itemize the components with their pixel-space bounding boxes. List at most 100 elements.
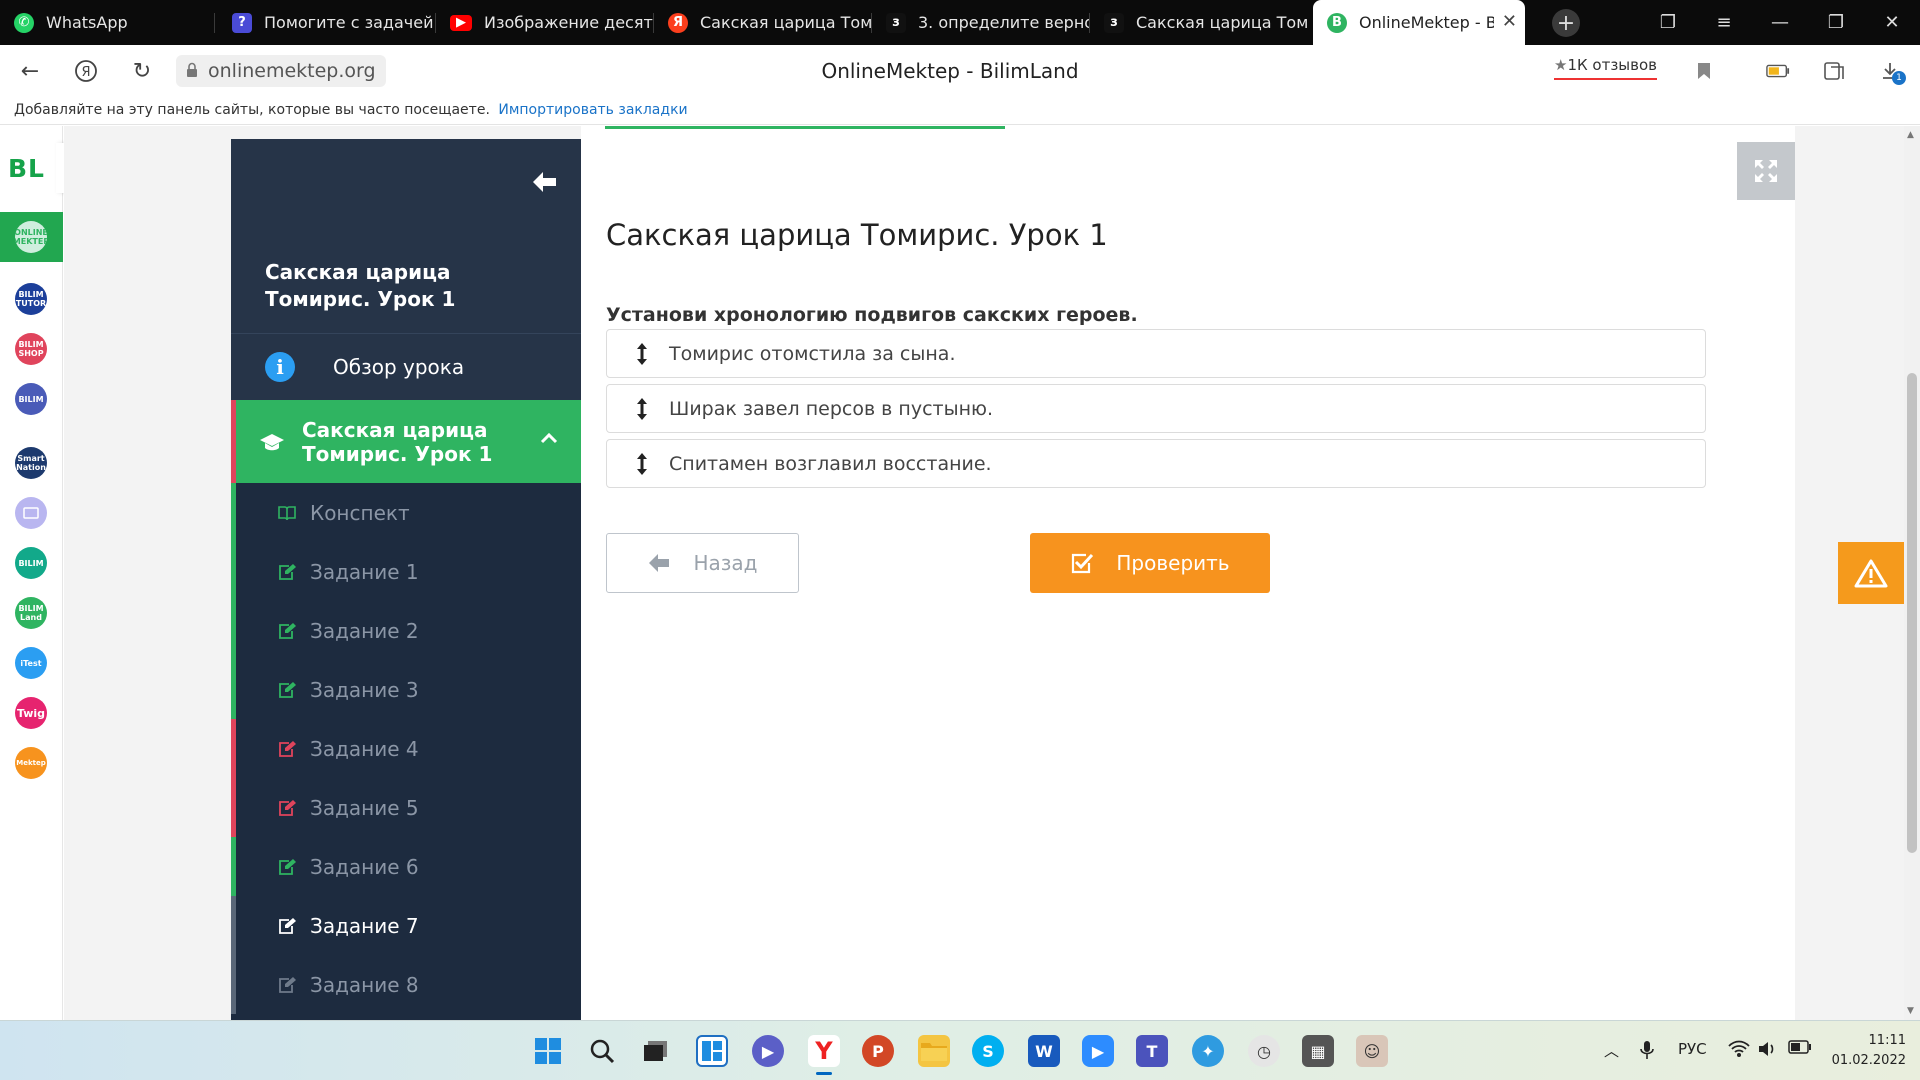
avatar-app-icon[interactable]: ☺ <box>1356 1035 1388 1067</box>
microphone-icon[interactable] <box>1640 1040 1654 1064</box>
edit-icon <box>276 620 298 642</box>
tray-overflow-icon[interactable]: ︿ <box>1604 1040 1619 1061</box>
collections-icon[interactable] <box>1822 59 1846 83</box>
sidebar-app-mektep[interactable]: Mektep <box>15 747 47 779</box>
task-view-icon[interactable] <box>640 1035 672 1067</box>
clock-app-icon[interactable]: ◷ <box>1248 1035 1280 1067</box>
lesson-item-task-3[interactable]: Задание 3 <box>231 660 581 719</box>
import-bookmarks-link[interactable]: Импортировать закладки <box>498 102 687 118</box>
sidebar-app-bilim-tv[interactable] <box>15 497 47 529</box>
lesson-item-label: Задание 5 <box>310 795 419 820</box>
sidebar-app-label: BILIM Land <box>18 604 44 622</box>
skype-icon[interactable]: S <box>972 1035 1004 1067</box>
tab-znanija-1[interactable]: з 3. определите верно <box>872 0 1090 45</box>
order-item-1[interactable]: Томирис отомстила за сына. <box>606 329 1706 378</box>
question-text: Установи хронологию подвигов сакских гер… <box>606 304 1138 326</box>
calculator-icon[interactable]: ▦ <box>1302 1035 1334 1067</box>
language-indicator[interactable]: РУС <box>1678 1040 1707 1058</box>
scroll-up-icon[interactable]: ▲ <box>1907 130 1914 140</box>
scroll-down-icon[interactable]: ▼ <box>1907 1006 1914 1016</box>
sidebar-app-label: BILIM <box>18 558 44 568</box>
page-scrollbar[interactable]: ▲ ▼ <box>1904 126 1920 1020</box>
yandex-icon: Я <box>668 12 688 33</box>
sidebar-app-bilimland[interactable]: BILIM Land <box>15 597 47 629</box>
bl-logo[interactable]: BL <box>8 154 45 183</box>
sidebar-app-label: Smart Nation <box>16 454 46 472</box>
start-windows-icon[interactable] <box>532 1035 564 1067</box>
tab-znanija-2[interactable]: з Сакская царица Томи <box>1090 0 1308 45</box>
powerpoint-icon[interactable]: P <box>862 1035 894 1067</box>
clock-date: 01.02.2022 <box>1831 1053 1906 1068</box>
tab-youtube[interactable]: ▶ Изображение десяти <box>436 0 654 45</box>
close-tab-icon[interactable]: ✕ <box>1502 11 1517 32</box>
restore-button[interactable]: ❐ <box>1808 0 1864 45</box>
widgets-icon[interactable] <box>696 1035 728 1067</box>
teams-chat-icon[interactable]: ▶ <box>752 1035 784 1067</box>
fullscreen-button[interactable] <box>1737 142 1795 200</box>
system-clock[interactable]: 11:11 01.02.2022 <box>1832 1031 1906 1071</box>
zoom-icon[interactable]: ▶ <box>1082 1035 1114 1067</box>
lesson-item-task-4[interactable]: Задание 4 <box>231 719 581 778</box>
battery-icon[interactable] <box>1788 1040 1812 1058</box>
yandex-browser-icon[interactable]: Y <box>808 1035 840 1075</box>
sidebar-app-smart-nation[interactable]: Smart Nation <box>15 447 47 479</box>
lesson-overview-link[interactable]: i Обзор урока <box>231 333 581 400</box>
browser-tab-strip: ✆ WhatsApp ? Помогите с задачей Г ▶ Изоб… <box>0 0 1920 45</box>
address-bar: ← Я ↻ onlinemektep.org OnlineMektep - Bi… <box>0 45 1920 97</box>
collapse-nav-arrow-icon[interactable] <box>529 167 559 197</box>
word-icon[interactable]: W <box>1028 1035 1060 1067</box>
graduation-cap-icon <box>258 428 286 456</box>
network-globe-icon[interactable]: ✦ <box>1192 1035 1224 1067</box>
lesson-item-task-6[interactable]: Задание 6 <box>231 837 581 896</box>
close-window-button[interactable]: ✕ <box>1864 0 1920 45</box>
tab-title: OnlineMektep - Bili <box>1359 13 1494 32</box>
teams-icon[interactable]: T <box>1136 1035 1168 1067</box>
search-icon[interactable] <box>586 1035 618 1067</box>
drag-handle-icon[interactable] <box>635 396 649 422</box>
downloads-icon[interactable]: 1 <box>1878 59 1906 85</box>
order-item-2[interactable]: Ширак завел персов в пустыню. <box>606 384 1706 433</box>
sidebar-app-bilim-shop[interactable]: BILIM SHOP <box>15 333 47 365</box>
sidebar-app-bilim-center[interactable]: BILIM <box>15 547 47 579</box>
sidebar-app-bilim-tutor[interactable]: BILIM TUTOR <box>15 283 47 315</box>
order-item-3[interactable]: Спитамен возглавил восстание. <box>606 439 1706 488</box>
browser-sidebar: BL › ONLINE MEKTEP BILIM TUTOR BILIM SHO… <box>0 126 90 1020</box>
question-icon: ? <box>232 12 252 33</box>
drag-handle-icon[interactable] <box>635 341 649 367</box>
file-explorer-icon[interactable] <box>918 1035 950 1067</box>
wifi-icon[interactable] <box>1728 1040 1750 1062</box>
whatsapp-icon: ✆ <box>14 12 34 33</box>
sidebar-app-twig[interactable]: Twig <box>15 697 47 729</box>
menu-icon[interactable]: ≡ <box>1696 0 1752 45</box>
new-tab-button[interactable]: + <box>1552 9 1580 37</box>
lesson-item-konspekt[interactable]: Конспект <box>231 483 581 542</box>
tab-question[interactable]: ? Помогите с задачей Г <box>218 0 436 45</box>
scrollbar-thumb[interactable] <box>1907 373 1917 853</box>
lesson-item-task-1[interactable]: Задание 1 <box>231 542 581 601</box>
tab-onlinemektep[interactable]: B OnlineMektep - Bili ✕ <box>1313 0 1525 45</box>
minimize-button[interactable]: — <box>1752 0 1808 45</box>
drag-handle-icon[interactable] <box>635 451 649 477</box>
lesson-item-task-8[interactable]: Задание 8 <box>231 955 581 1014</box>
check-button[interactable]: Проверить <box>1030 533 1270 593</box>
lesson-item-task-5[interactable]: Задание 5 <box>231 778 581 837</box>
volume-icon[interactable] <box>1758 1040 1778 1062</box>
back-button[interactable]: Назад <box>606 533 799 593</box>
reviews-link[interactable]: ★1К отзывов <box>1554 56 1658 80</box>
tabs-overview-icon[interactable]: ❐ <box>1640 0 1696 45</box>
onlinemektep-icon: B <box>1327 12 1347 33</box>
report-error-button[interactable] <box>1838 542 1904 604</box>
lesson-item-task-2[interactable]: Задание 2 <box>231 601 581 660</box>
lesson-item-task-7[interactable]: Задание 7 <box>231 896 581 955</box>
tab-yandex[interactable]: Я Сакская царица Томи <box>654 0 872 45</box>
tab-whatsapp[interactable]: ✆ WhatsApp <box>0 0 215 45</box>
sidebar-app-bilim-ambassador[interactable]: BILIM <box>15 383 47 415</box>
chevron-up-icon[interactable] <box>539 428 559 448</box>
edit-icon <box>276 915 298 937</box>
sidebar-app-onlinemektep[interactable]: ONLINE MEKTEP <box>15 221 47 253</box>
bookmark-icon[interactable] <box>1692 59 1716 83</box>
battery-saver-icon[interactable] <box>1766 59 1790 83</box>
current-lesson-section[interactable]: Сакская царица Томирис. Урок 1 <box>231 400 581 483</box>
lesson-item-label: Задание 7 <box>310 913 419 938</box>
sidebar-app-itest[interactable]: iTest <box>15 647 47 679</box>
